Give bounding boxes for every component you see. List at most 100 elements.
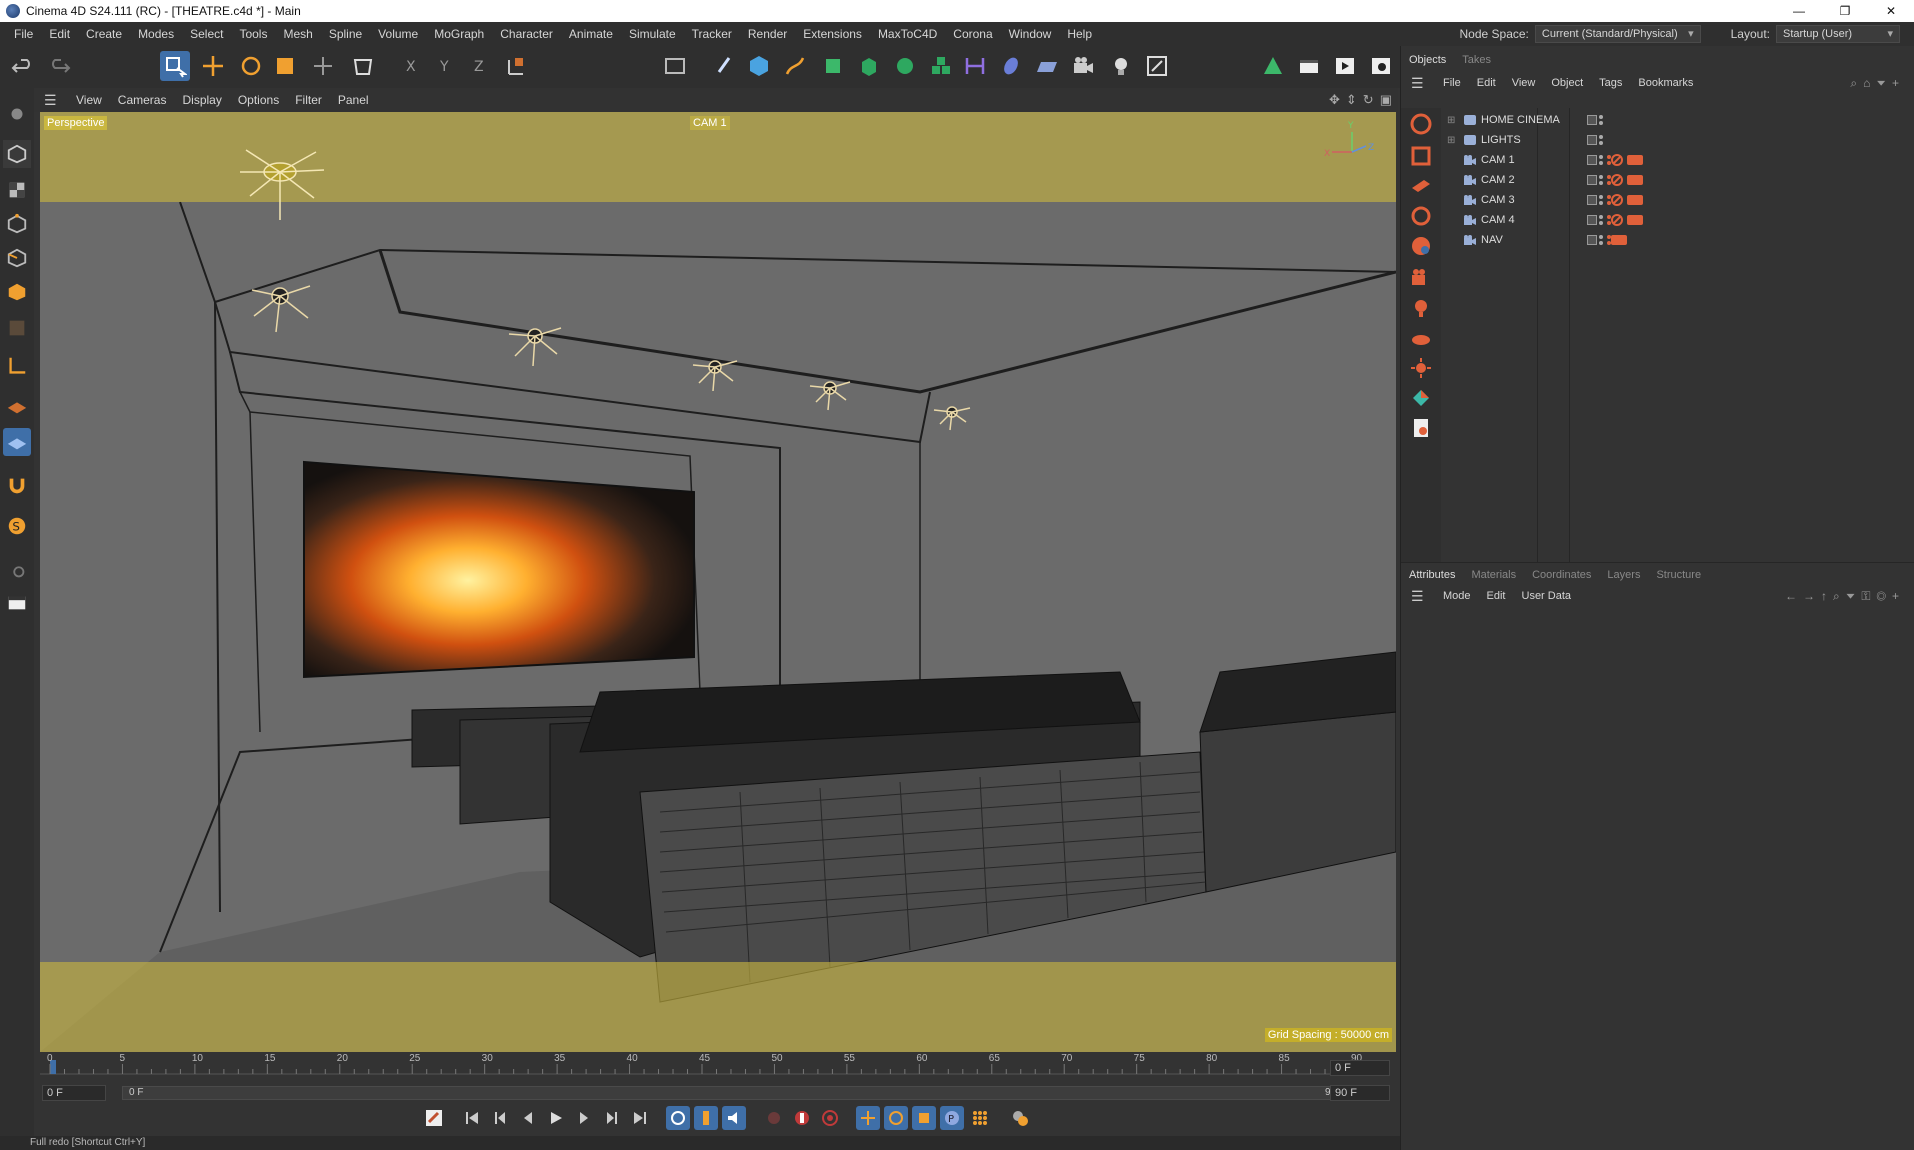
corona-proxy-icon[interactable] (1407, 384, 1435, 412)
camera-orbit-icon[interactable] (1407, 110, 1435, 138)
viewport-menu-view[interactable]: View (68, 93, 110, 107)
tab-structure[interactable]: Structure (1648, 569, 1709, 581)
field-icon[interactable] (996, 51, 1026, 81)
paint-icon[interactable] (3, 556, 31, 584)
attributes-nav-icons[interactable]: ←→↑⌕⏷⚿◎+ (1785, 589, 1905, 604)
model-mode-icon[interactable] (348, 51, 378, 81)
loop-icon[interactable] (666, 1106, 690, 1130)
render-region-icon[interactable] (1407, 142, 1435, 170)
attributes-menu-edit[interactable]: Edit (1479, 590, 1514, 602)
objects-menu-file[interactable]: File (1435, 77, 1469, 89)
sound-icon[interactable] (722, 1106, 746, 1130)
coordinate-system-icon[interactable] (502, 51, 532, 81)
viewport-move-icon[interactable]: ✥ (1329, 92, 1340, 108)
workplane-icon[interactable] (3, 392, 31, 420)
corona-sun-icon[interactable] (1407, 354, 1435, 382)
script-icon[interactable]: S (3, 512, 31, 540)
menu-file[interactable]: File (6, 27, 41, 41)
visibility-dots[interactable] (1599, 215, 1605, 225)
objects-menu-view[interactable]: View (1504, 77, 1544, 89)
expand-icon[interactable]: ⊞ (1447, 135, 1459, 146)
tab-materials[interactable]: Materials (1463, 569, 1524, 581)
3d-viewport[interactable]: Y X Z Perspective CAM 1 Grid Spacing : 5… (40, 112, 1396, 1052)
deformer-icon[interactable] (926, 51, 956, 81)
bend-icon[interactable] (960, 51, 990, 81)
corona-settings-icon[interactable] (1407, 414, 1435, 442)
menu-mograph[interactable]: MoGraph (426, 27, 492, 41)
uv-mode-icon[interactable] (3, 314, 31, 342)
layer-checkbox[interactable] (1587, 175, 1597, 185)
menu-modes[interactable]: Modes (130, 27, 182, 41)
tab-takes[interactable]: Takes (1454, 54, 1499, 66)
texture-mode-icon[interactable] (3, 176, 31, 204)
render-to-picture-viewer-icon[interactable] (1330, 51, 1360, 81)
go-to-end-icon[interactable] (628, 1106, 652, 1130)
camera-icon[interactable] (1068, 51, 1098, 81)
visibility-dots[interactable] (1599, 155, 1605, 165)
viewport-dolly-icon[interactable]: ⇕ (1346, 92, 1357, 108)
tab-layers[interactable]: Layers (1599, 569, 1648, 581)
menu-volume[interactable]: Volume (370, 27, 426, 41)
attributes-menu-mode[interactable]: Mode (1435, 590, 1479, 602)
magnet-icon[interactable] (3, 472, 31, 500)
menu-maxtoc4d[interactable]: MaxToC4D (870, 27, 945, 41)
model-mode-icon[interactable] (3, 140, 31, 168)
floor-icon[interactable] (1032, 51, 1062, 81)
menu-spline[interactable]: Spline (321, 27, 370, 41)
object-name[interactable]: HOME CINEMA (1481, 114, 1560, 126)
next-frame-icon[interactable] (572, 1106, 596, 1130)
menu-create[interactable]: Create (78, 27, 130, 41)
layer-checkbox[interactable] (1587, 195, 1597, 205)
motion-record-icon[interactable] (1008, 1106, 1032, 1130)
camera-tag-icon[interactable] (1627, 215, 1643, 225)
light-icon[interactable] (1106, 51, 1136, 81)
objects-menu-edit[interactable]: Edit (1469, 77, 1504, 89)
render-region-icon[interactable] (1294, 51, 1324, 81)
restore-button[interactable]: ❐ (1822, 0, 1868, 22)
corona-icon[interactable] (1407, 232, 1435, 260)
clapboard-icon[interactable] (3, 588, 31, 616)
viewport-maximize-icon[interactable]: ▣ (1380, 92, 1392, 108)
menu-edit[interactable]: Edit (41, 27, 78, 41)
tab-attributes[interactable]: Attributes (1401, 569, 1463, 581)
corona-sky-icon[interactable] (1407, 324, 1435, 352)
x-axis-lock-icon[interactable]: X (400, 51, 430, 81)
protection-tag-icon[interactable] (1611, 214, 1623, 226)
undo-icon[interactable] (8, 51, 38, 81)
previous-key-icon[interactable] (488, 1106, 512, 1130)
object-row[interactable]: CAM 2 (1443, 170, 1914, 190)
viewport-hamburger-icon[interactable]: ☰ (44, 92, 60, 109)
object-name[interactable]: CAM 1 (1481, 154, 1515, 166)
extrude-icon[interactable] (854, 51, 884, 81)
layer-checkbox[interactable] (1587, 135, 1597, 145)
expand-icon[interactable]: ⊞ (1447, 115, 1459, 126)
viewport-menu-display[interactable]: Display (174, 93, 229, 107)
layer-checkbox[interactable] (1587, 215, 1597, 225)
menu-extensions[interactable]: Extensions (795, 27, 870, 41)
node-space-dropdown[interactable]: Current (Standard/Physical) (1534, 25, 1701, 43)
pen-icon[interactable] (780, 51, 810, 81)
live-selection-icon[interactable] (160, 51, 190, 81)
key-rotation-icon[interactable] (884, 1106, 908, 1130)
render-settings-icon[interactable] (1366, 51, 1396, 81)
object-row[interactable]: ⊞ HOME CINEMA (1443, 110, 1914, 130)
objects-menu-tags[interactable]: Tags (1591, 77, 1630, 89)
visibility-dots[interactable] (1599, 115, 1605, 125)
camera-tag-icon[interactable] (1627, 155, 1643, 165)
protection-tag-icon[interactable] (1611, 174, 1623, 186)
object-row[interactable]: CAM 1 (1443, 150, 1914, 170)
scene-settings-icon[interactable] (1142, 51, 1172, 81)
next-key-icon[interactable] (600, 1106, 624, 1130)
attributes-hamburger-icon[interactable]: ☰ (1411, 588, 1427, 605)
key-position-icon[interactable] (856, 1106, 880, 1130)
move-icon[interactable] (198, 51, 228, 81)
previous-frame-icon[interactable] (516, 1106, 540, 1130)
key-parameter-icon[interactable]: P (940, 1106, 964, 1130)
menu-animate[interactable]: Animate (561, 27, 621, 41)
object-row[interactable]: CAM 3 (1443, 190, 1914, 210)
menu-window[interactable]: Window (1001, 27, 1060, 41)
camera-tag-icon[interactable] (1627, 195, 1643, 205)
menu-corona[interactable]: Corona (945, 27, 1000, 41)
menu-character[interactable]: Character (492, 27, 561, 41)
layer-checkbox[interactable] (1587, 155, 1597, 165)
